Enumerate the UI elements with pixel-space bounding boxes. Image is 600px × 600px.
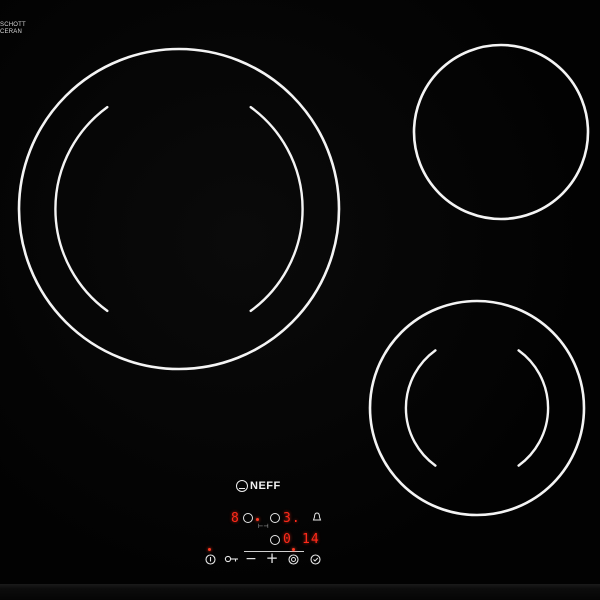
large-zone-inner-arc-right: [249, 105, 304, 313]
plus-button[interactable]: +: [265, 549, 279, 567]
bell-icon[interactable]: [311, 511, 323, 523]
cooking-zones: [17, 43, 590, 517]
zone-extension-icon: ⊢⊣: [258, 523, 269, 530]
medium-zone-inner-arc-left: [404, 349, 437, 467]
small-single-zone[interactable]: [412, 43, 590, 221]
zone-left-select-button[interactable]: [243, 513, 253, 523]
cooktop-glass: SCHOTT CERAN NEFF 8 ⊢⊣ 3. 0 14 − +: [0, 0, 600, 600]
timer-value-display: 14: [302, 532, 320, 547]
zone-select-icon[interactable]: [287, 553, 299, 565]
medium-zone-outer-ring: [368, 299, 586, 517]
hob-frame-edge: [0, 584, 600, 600]
zone-select-indicator-led: [292, 548, 295, 551]
neff-emblem-icon: [236, 480, 248, 492]
small-zone-ring: [412, 43, 590, 221]
large-dual-zone[interactable]: [17, 47, 341, 371]
zone-left-indicator-led: [256, 518, 259, 521]
medium-dual-zone[interactable]: [368, 299, 586, 517]
timer-icon[interactable]: [309, 553, 321, 565]
zone-rear-select-button[interactable]: [270, 535, 280, 545]
medium-zone-inner-arc-right: [517, 349, 550, 467]
power-indicator-led: [208, 548, 211, 551]
timer-prefix-display: 0: [283, 532, 292, 547]
zone-right-level-display: 3.: [283, 511, 301, 526]
power-icon[interactable]: [204, 553, 216, 565]
large-zone-outer-ring: [17, 47, 341, 371]
child-lock-icon[interactable]: [224, 553, 240, 565]
zone-right-select-button[interactable]: [270, 513, 280, 523]
brand-logo-text: NEFF: [250, 480, 281, 492]
minus-button[interactable]: −: [244, 551, 258, 567]
large-zone-inner-arc-left: [54, 105, 109, 313]
brand-logo: NEFF: [236, 478, 281, 494]
zone-left-level-display: 8: [231, 511, 240, 526]
